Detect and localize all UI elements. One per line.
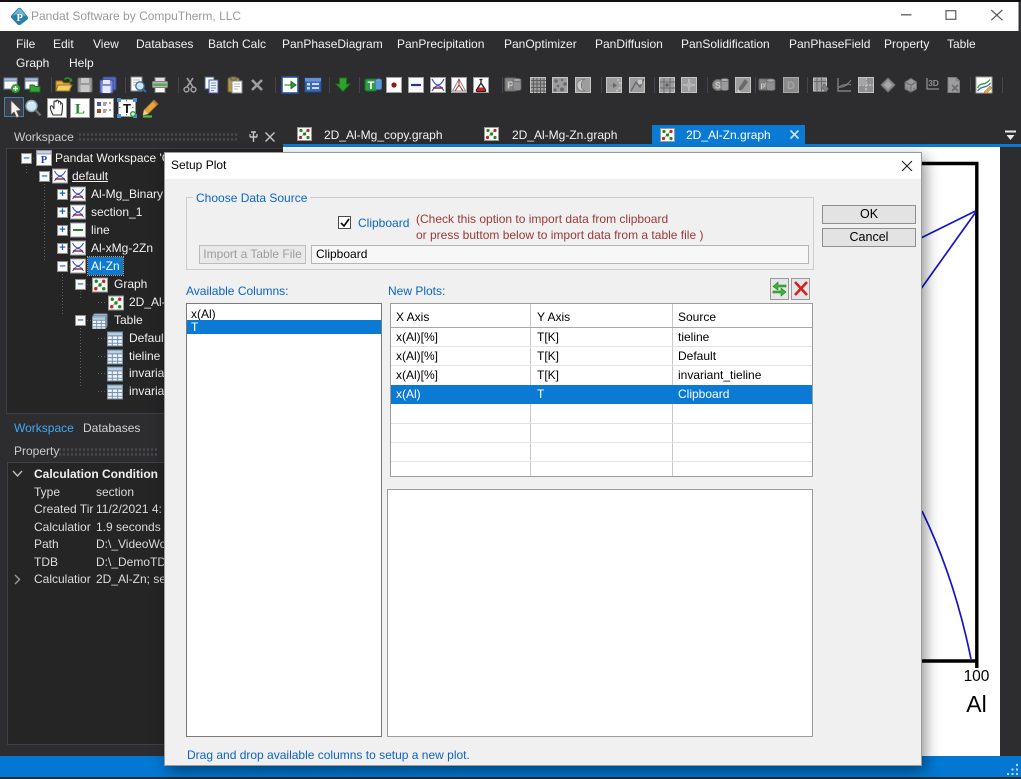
svg-text:P: P (16, 13, 23, 24)
svg-text:D: D (787, 80, 795, 92)
svg-text:P: P (41, 155, 48, 166)
svg-text:T: T (123, 101, 131, 116)
svg-text:100: 100 (964, 668, 990, 685)
svg-text:Al: Al (966, 691, 986, 717)
svg-text:T: T (367, 80, 374, 92)
svg-text:S: S (715, 81, 721, 91)
svg-text:L: L (75, 102, 85, 118)
svg-text:3D: 3D (928, 78, 939, 88)
